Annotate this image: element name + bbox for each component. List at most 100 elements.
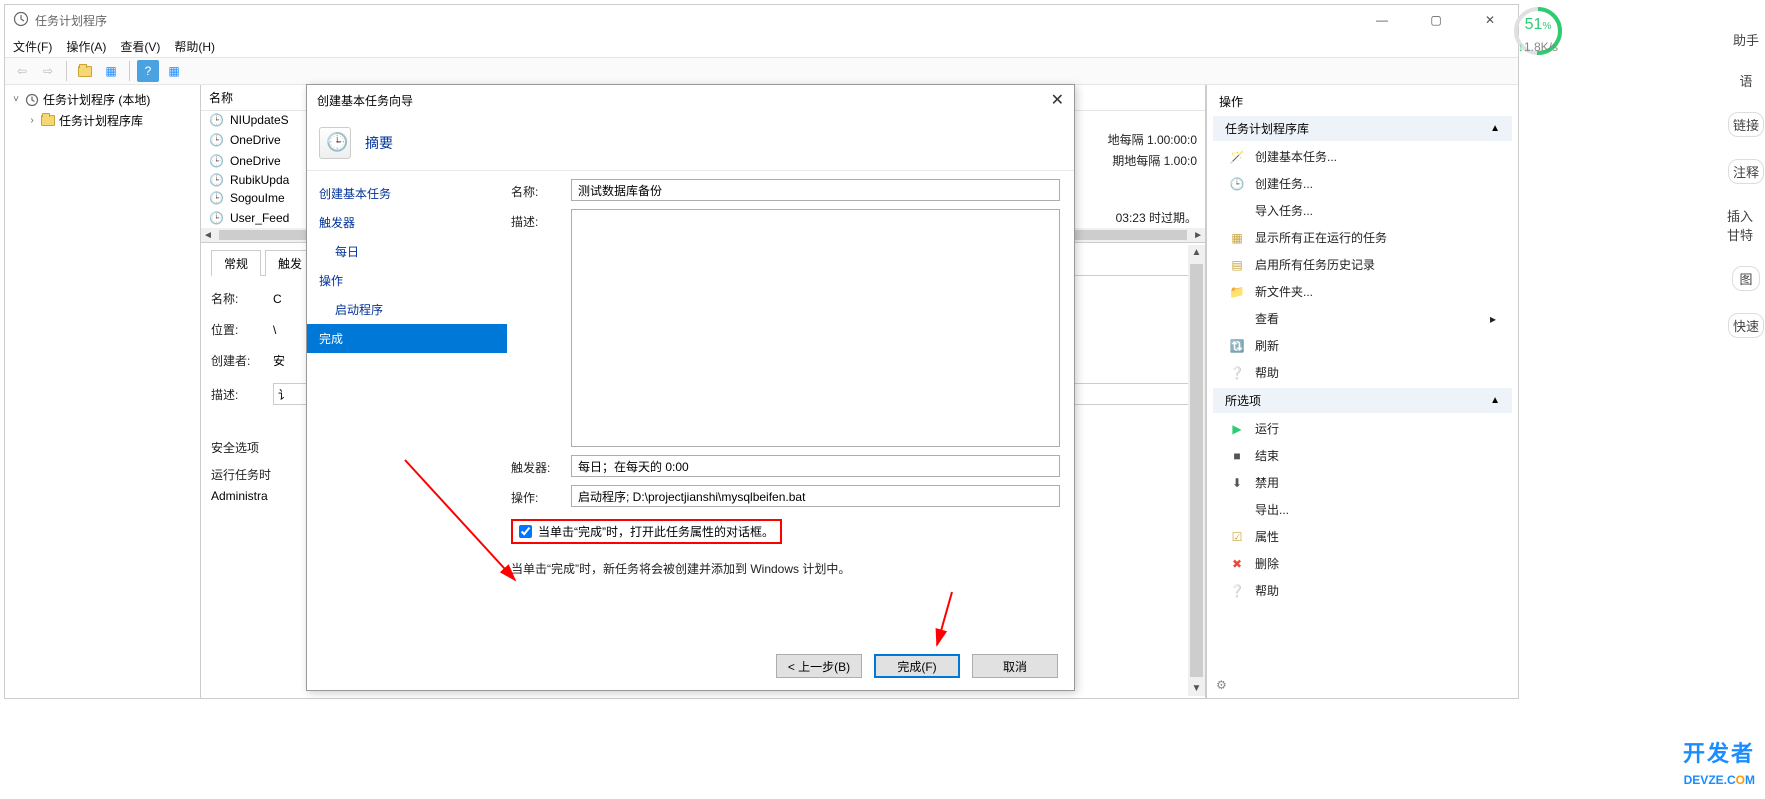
detail-name-label: 名称: xyxy=(211,290,261,307)
help-icon: ❔ xyxy=(1229,583,1245,599)
floating-item[interactable]: 语 xyxy=(1739,71,1752,90)
tree-root[interactable]: ˅ 任务计划程序 (本地) xyxy=(5,89,200,110)
wizard-nav-item[interactable]: 创建基本任务 xyxy=(307,179,507,208)
back-button[interactable]: < 上一步(B) xyxy=(776,654,862,678)
help-button-toolbar[interactable]: ? xyxy=(137,60,159,82)
tree-expander-icon[interactable]: ˅ xyxy=(11,94,21,105)
wizard-desc-textarea[interactable] xyxy=(571,209,1060,447)
group-title: 所选项 xyxy=(1225,392,1261,409)
task-name: User_Feed xyxy=(230,211,289,225)
help-icon: ❔ xyxy=(1229,365,1245,381)
action-label: 禁用 xyxy=(1255,474,1279,491)
wizard-action-label: 操作: xyxy=(511,485,563,506)
wizard-nav-item[interactable]: 触发器 xyxy=(307,208,507,237)
action-label: 启用所有任务历史记录 xyxy=(1255,256,1375,273)
wizard-nav-item[interactable]: 完成 xyxy=(307,324,507,353)
run-as-label: 运行任务时 xyxy=(211,466,281,483)
action-item[interactable]: ⬇禁用 xyxy=(1209,469,1516,496)
action-item[interactable]: 🪄创建基本任务... xyxy=(1209,143,1516,170)
action-item[interactable]: 导入任务... xyxy=(1209,197,1516,224)
finish-button[interactable]: 完成(F) xyxy=(874,654,960,678)
maximize-button[interactable]: ▢ xyxy=(1416,13,1456,27)
minimize-button[interactable]: — xyxy=(1362,13,1402,27)
wizard-nav-item[interactable]: 每日 xyxy=(307,237,507,266)
action-item[interactable]: 🔃刷新 xyxy=(1209,332,1516,359)
floating-item[interactable]: 助手 xyxy=(1733,30,1759,49)
tab-general[interactable]: 常规 xyxy=(211,250,261,276)
history-icon: ▤ xyxy=(1229,257,1245,273)
scroll-up-icon[interactable]: ▲ xyxy=(1192,245,1202,260)
action-item[interactable]: 📁新文件夹... xyxy=(1209,278,1516,305)
tree-child[interactable]: › 任务计划程序库 xyxy=(5,110,200,131)
action-item[interactable]: ❔帮助 xyxy=(1209,577,1516,604)
collapse-icon[interactable]: ▲ xyxy=(1490,395,1500,406)
action-item[interactable]: 🕒创建任务... xyxy=(1209,170,1516,197)
view-button[interactable]: ▦ xyxy=(100,60,122,82)
clock-icon: 🕒 xyxy=(209,133,224,147)
action-label: 结束 xyxy=(1255,447,1279,464)
up-level-button[interactable] xyxy=(74,60,96,82)
menu-action[interactable]: 操作(A) xyxy=(66,38,106,55)
gear-icon[interactable]: ⚙ xyxy=(1216,678,1227,692)
action-label: 刷新 xyxy=(1255,337,1279,354)
devze-logo: 开发者 DEVZE.COM xyxy=(1683,736,1755,789)
floating-item[interactable]: 快速 xyxy=(1728,313,1764,338)
dialog-title-bar: 创建基本任务向导 ✕ xyxy=(307,85,1074,115)
task-name: RubikUpda xyxy=(230,173,289,187)
title-bar: 任务计划程序 — ▢ ✕ xyxy=(5,5,1518,35)
right-floating-panel: 助手 语 链接 注释 插入甘特 图 快速 xyxy=(1727,0,1765,799)
task-name: OneDrive xyxy=(230,154,281,168)
action-item[interactable]: 查看 ▸ xyxy=(1209,305,1516,332)
clock-icon: 🕒 xyxy=(209,154,224,168)
action-item[interactable]: ❔帮助 xyxy=(1209,359,1516,386)
action-label: 查看 xyxy=(1255,310,1279,327)
run-button-toolbar[interactable]: ▦ xyxy=(163,60,185,82)
submenu-arrow-icon: ▸ xyxy=(1490,312,1496,326)
wizard-nav-item[interactable]: 操作 xyxy=(307,266,507,295)
wizard-nav-item[interactable]: 启动程序 xyxy=(307,295,507,324)
scroll-right-icon[interactable]: ► xyxy=(1191,230,1205,241)
action-item[interactable]: ✖删除 xyxy=(1209,550,1516,577)
performance-widget[interactable]: 51% ↓1.8K/s xyxy=(1511,4,1565,58)
scroll-left-icon[interactable]: ◄ xyxy=(201,230,215,241)
action-label: 导入任务... xyxy=(1255,202,1313,219)
run-as-value: Administra xyxy=(211,489,268,503)
action-item[interactable]: 导出... xyxy=(1209,496,1516,523)
dialog-buttons: < 上一步(B) 完成(F) 取消 xyxy=(307,642,1074,690)
action-label: 新文件夹... xyxy=(1255,283,1313,300)
detail-creator-label: 创建者: xyxy=(211,352,261,369)
scroll-down-icon[interactable]: ▼ xyxy=(1192,681,1202,696)
open-properties-checkbox[interactable] xyxy=(519,525,532,538)
group-header-selected[interactable]: 所选项 ▲ xyxy=(1213,388,1512,413)
action-item[interactable]: ☑属性 xyxy=(1209,523,1516,550)
wizard-action-input xyxy=(571,485,1060,507)
action-item[interactable]: ▤ 启用所有任务历史记录 xyxy=(1209,251,1516,278)
tree-expander-icon[interactable]: › xyxy=(27,115,37,126)
action-item[interactable]: ▶运行 xyxy=(1209,415,1516,442)
wizard-trigger-input xyxy=(571,455,1060,477)
menu-view[interactable]: 查看(V) xyxy=(120,38,160,55)
floating-item[interactable]: 图 xyxy=(1732,266,1759,291)
clock-icon: 🕒 xyxy=(209,113,224,127)
close-window-button[interactable]: ✕ xyxy=(1470,13,1510,27)
dialog-close-button[interactable]: ✕ xyxy=(1051,90,1064,110)
tool-bar: ⇦ ⇨ ▦ ? ▦ xyxy=(5,57,1518,85)
group-header-library[interactable]: 任务计划程序库 ▲ xyxy=(1213,116,1512,141)
floating-item[interactable]: 链接 xyxy=(1728,112,1764,137)
floating-item[interactable]: 插入甘特 xyxy=(1727,206,1765,244)
action-label: 显示所有正在运行的任务 xyxy=(1255,229,1387,246)
action-item[interactable]: ▦显示所有正在运行的任务 xyxy=(1209,224,1516,251)
wizard-name-input[interactable] xyxy=(571,179,1060,201)
vertical-scrollbar[interactable]: ▲ ▼ xyxy=(1188,245,1205,696)
collapse-icon[interactable]: ▲ xyxy=(1490,123,1500,134)
menu-help[interactable]: 帮助(H) xyxy=(174,38,215,55)
action-item[interactable]: ■结束 xyxy=(1209,442,1516,469)
floating-item[interactable]: 注释 xyxy=(1728,159,1764,184)
actions-pane-title: 操作 xyxy=(1209,89,1516,114)
cancel-button[interactable]: 取消 xyxy=(972,654,1058,678)
nav-forward-button[interactable]: ⇨ xyxy=(37,60,59,82)
scroll-thumb[interactable] xyxy=(1190,264,1203,677)
nav-back-button[interactable]: ⇦ xyxy=(11,60,33,82)
menu-file[interactable]: 文件(F) xyxy=(13,38,52,55)
open-properties-label: 当单击“完成”时，打开此任务属性的对话框。 xyxy=(538,523,774,540)
